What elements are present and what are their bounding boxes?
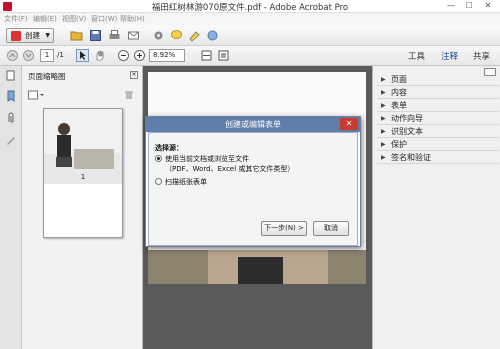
- expand-triangle-icon: ▶: [381, 102, 386, 109]
- email-icon[interactable]: [127, 29, 140, 42]
- source-label: 选择源：: [155, 144, 183, 152]
- fit-page-icon[interactable]: [217, 49, 230, 62]
- dialog-title-bar: 创建或编辑表单 ✕: [146, 117, 360, 132]
- watermark-text: jingyan.baidu.com: [422, 334, 496, 343]
- share-icon[interactable]: [206, 29, 219, 42]
- tools-section-protection[interactable]: ▶ 保护: [377, 139, 499, 151]
- close-window-button[interactable]: ✕: [481, 0, 495, 12]
- create-icon: [11, 31, 21, 41]
- thumbnails-panel: 页面缩略图 × 1: [22, 66, 143, 349]
- dialog-title: 创建或编辑表单: [225, 120, 281, 129]
- bookmarks-icon[interactable]: [5, 90, 17, 102]
- tab-comment[interactable]: 注释: [441, 50, 458, 62]
- menu-help[interactable]: 帮助(H): [120, 14, 145, 24]
- save-icon[interactable]: [89, 29, 102, 42]
- create-button[interactable]: 创建 ▼: [6, 28, 54, 43]
- tools-section-pages[interactable]: ▶ 页面: [377, 74, 499, 86]
- tools-section-forms[interactable]: ▶ 表单: [377, 100, 499, 112]
- fit-width-icon[interactable]: [200, 49, 213, 62]
- tools-section-recognize-text[interactable]: ▶ 识别文本: [377, 126, 499, 138]
- thumbnail-options-icon[interactable]: [28, 90, 44, 100]
- thumbnail-page-number: 1: [80, 173, 86, 181]
- panel-close-icon[interactable]: ×: [130, 71, 138, 79]
- dialog-body: 选择源： 使用当前文档或浏览至文件 （PDF、Word、Excel 或其它文件类…: [148, 132, 358, 246]
- tools-section-action-wizard[interactable]: ▶ 动作向导: [377, 113, 499, 125]
- menu-edit[interactable]: 编辑(E): [33, 14, 57, 24]
- zoom-out-icon[interactable]: [117, 49, 130, 62]
- window-title: 福田红树林游070原文件.pdf - Adobe Acrobat Pro: [151, 3, 349, 13]
- menu-view[interactable]: 视图(V): [62, 14, 86, 24]
- tab-share[interactable]: 共享: [473, 50, 490, 62]
- comment-bubble-icon[interactable]: [170, 29, 183, 42]
- option-scan-paper-label: 扫描纸张表单: [165, 178, 207, 186]
- page-number-input[interactable]: 1: [40, 49, 54, 62]
- chevron-down-icon: ▼: [45, 32, 50, 39]
- expand-triangle-icon: ▶: [381, 89, 386, 96]
- expand-triangle-icon: ▶: [381, 115, 386, 122]
- menu-window[interactable]: 窗口(W): [91, 14, 117, 24]
- attachments-paperclip-icon[interactable]: [5, 112, 17, 124]
- cancel-button[interactable]: 取消: [313, 221, 349, 236]
- minimize-button[interactable]: —: [444, 0, 458, 12]
- next-button[interactable]: 下一步(N) >: [261, 221, 307, 236]
- option-current-document-sublabel: （PDF、Word、Excel 或其它文件类型）: [165, 165, 295, 173]
- expand-triangle-icon: ▶: [381, 76, 386, 83]
- tools-pane: ▶ 页面 ▶ 内容 ▶ 表单 ▶ 动作向导 ▶ 识别文本 ▶ 保护 ▶ 签名和验证: [372, 66, 500, 349]
- dialog-close-button[interactable]: ✕: [340, 118, 358, 130]
- hand-tool-icon[interactable]: [93, 49, 106, 62]
- panel-title: 页面缩略图: [28, 72, 66, 81]
- radio-current-document[interactable]: [155, 155, 162, 162]
- menu-file[interactable]: 文件(F): [4, 14, 28, 24]
- navigation-toolbar: 1 /1 8.92% 工具 注释 共享: [0, 46, 500, 66]
- create-label: 创建: [25, 31, 40, 40]
- expand-triangle-icon: ▶: [381, 128, 386, 135]
- title-bar: 福田红树林游070原文件.pdf - Adobe Acrobat Pro — ☐…: [0, 0, 500, 13]
- delete-trash-icon[interactable]: [124, 90, 134, 100]
- signatures-pen-icon[interactable]: [5, 134, 17, 146]
- select-cursor-icon[interactable]: [76, 49, 89, 62]
- settings-gear-icon[interactable]: [152, 29, 165, 42]
- previous-page-icon[interactable]: [6, 49, 19, 62]
- maximize-button[interactable]: ☐: [462, 0, 476, 12]
- expand-triangle-icon: ▶: [381, 141, 386, 148]
- zoom-in-icon[interactable]: [133, 49, 146, 62]
- next-page-icon[interactable]: [22, 49, 35, 62]
- create-edit-form-dialog: 创建或编辑表单 ✕ 选择源： 使用当前文档或浏览至文件 （PDF、Word、Ex…: [145, 116, 361, 247]
- navigation-pane: [0, 66, 22, 349]
- radio-scan-paper-form[interactable]: [155, 178, 162, 185]
- highlight-icon[interactable]: [188, 29, 201, 42]
- print-icon[interactable]: [108, 29, 121, 42]
- open-folder-icon[interactable]: [70, 29, 83, 42]
- zoom-level-input[interactable]: 8.92%: [149, 49, 185, 62]
- tools-section-content[interactable]: ▶ 内容: [377, 87, 499, 99]
- page-thumbnails-icon[interactable]: [5, 70, 17, 82]
- page-total: /1: [57, 51, 64, 59]
- tab-tools[interactable]: 工具: [408, 50, 425, 62]
- expand-triangle-icon: ▶: [381, 154, 386, 161]
- tools-section-sign-certify[interactable]: ▶ 签名和验证: [377, 152, 499, 164]
- main-toolbar: 创建 ▼: [0, 25, 500, 46]
- menu-bar: 文件(F) 编辑(E) 视图(V) 窗口(W) 帮助(H): [0, 13, 500, 25]
- option-current-document-label: 使用当前文档或浏览至文件: [165, 155, 249, 163]
